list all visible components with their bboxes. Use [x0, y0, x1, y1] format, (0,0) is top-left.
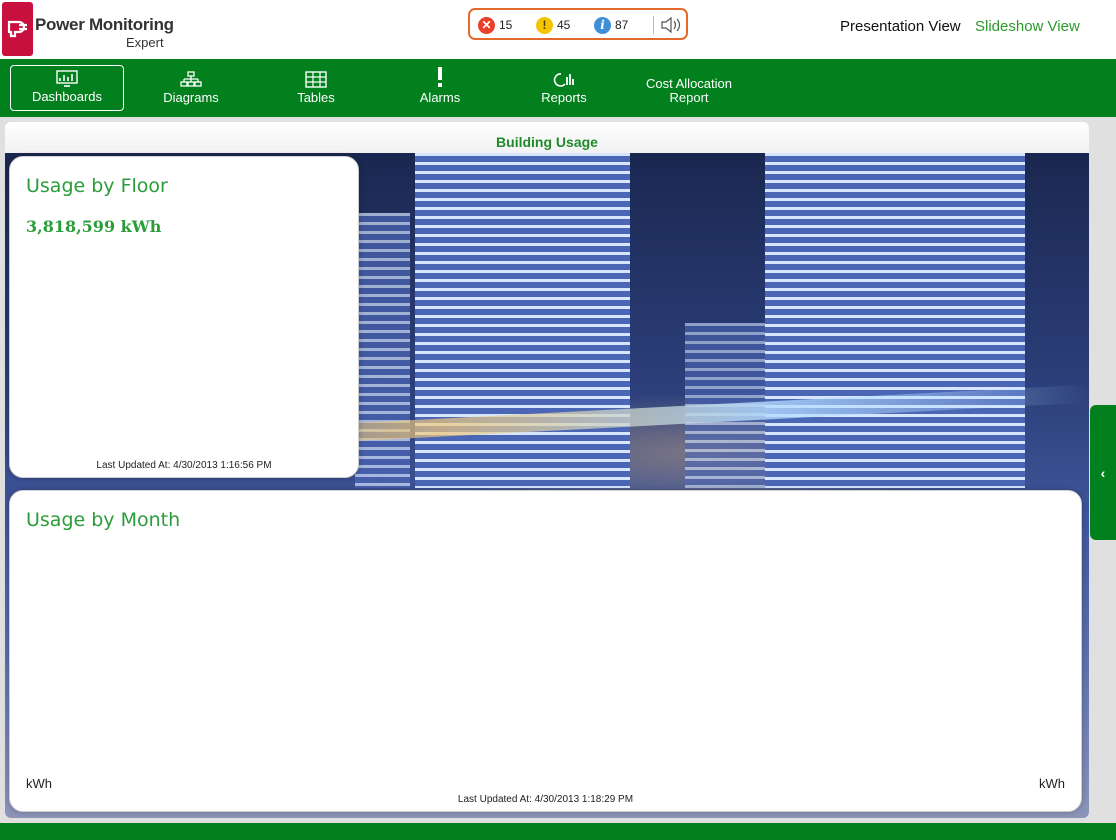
nav-tables-label: Tables	[297, 90, 335, 105]
last-updated: Last Updated At: 4/30/2013 1:18:29 PM	[457, 794, 634, 805]
diagram-icon	[180, 71, 202, 87]
presentation-view-link[interactable]: Presentation View	[840, 18, 961, 35]
slideshow-view-link[interactable]: Slideshow View	[975, 18, 1080, 35]
alarm-warning-count[interactable]: ! 45	[536, 16, 570, 34]
nav-tables[interactable]: Tables	[276, 65, 356, 111]
dashboard-icon	[56, 70, 78, 87]
nav-cost-allocation-label: Cost Allocation	[646, 76, 732, 91]
left-axis-unit: kWh	[26, 776, 52, 791]
logo-icon	[2, 2, 33, 56]
chevron-left-icon: ‹	[1100, 464, 1106, 481]
alarm-info-count[interactable]: i 87	[594, 16, 628, 34]
nav-alarms[interactable]: Alarms	[400, 65, 480, 111]
last-updated: Last Updated At: 4/30/2013 1:16:56 PM	[96, 460, 272, 471]
nav-dashboards-label: Dashboards	[31, 89, 103, 104]
widget-title: Usage by Floor	[26, 175, 168, 197]
speaker-icon[interactable]	[660, 15, 682, 40]
collapse-panel-tab[interactable]: ‹	[1090, 405, 1116, 540]
info-count: 87	[615, 18, 629, 32]
app-name-sub: Expert	[126, 35, 164, 50]
usage-by-floor-widget[interactable]: Usage by Floor 3,818,599 kWh Last Update…	[9, 156, 359, 478]
info-icon: i	[594, 16, 611, 34]
building-graphic	[765, 153, 1025, 488]
error-count: 15	[499, 18, 513, 32]
nav-alarms-label: Alarms	[419, 90, 461, 105]
alarm-error-count[interactable]: ✕ 15	[478, 16, 512, 34]
nav-diagrams[interactable]: Diagrams	[148, 65, 234, 111]
alarm-separator	[653, 16, 654, 34]
usage-by-month-widget[interactable]: Usage by Month kWh kWh Last Updated At: …	[9, 490, 1082, 812]
nav-reports[interactable]: Reports	[524, 65, 604, 111]
app-header: Power Monitoring Expert ✕ 15 ! 45 i 87 P…	[0, 0, 1116, 59]
nav-cost-allocation-label2: Report	[669, 90, 709, 105]
building-graphic	[415, 153, 630, 488]
app-name: Power Monitoring	[35, 15, 174, 34]
nav-cost-allocation-report[interactable]: Cost Allocation Report	[630, 65, 748, 111]
nav-reports-label: Reports	[541, 90, 587, 105]
footer-bar	[0, 823, 1116, 840]
error-icon: ✕	[478, 16, 495, 34]
table-icon	[305, 71, 327, 88]
alarm-icon	[438, 67, 442, 87]
right-axis-unit: kWh	[1039, 776, 1065, 791]
main-nav: Dashboards Diagrams Tables Alarms Report…	[0, 59, 1116, 117]
dashboard-title: Building Usage	[5, 122, 1089, 153]
alarm-summary: ✕ 15 ! 45 i 87	[468, 8, 688, 40]
warning-count: 45	[557, 18, 571, 32]
total-usage-value: 3,818,599 kWh	[26, 217, 162, 236]
nav-dashboards[interactable]: Dashboards	[10, 65, 124, 111]
widget-title: Usage by Month	[26, 509, 181, 531]
report-icon	[553, 73, 574, 87]
warning-icon: !	[536, 16, 553, 34]
building-graphic	[355, 213, 410, 488]
nav-diagrams-label: Diagrams	[163, 90, 219, 105]
